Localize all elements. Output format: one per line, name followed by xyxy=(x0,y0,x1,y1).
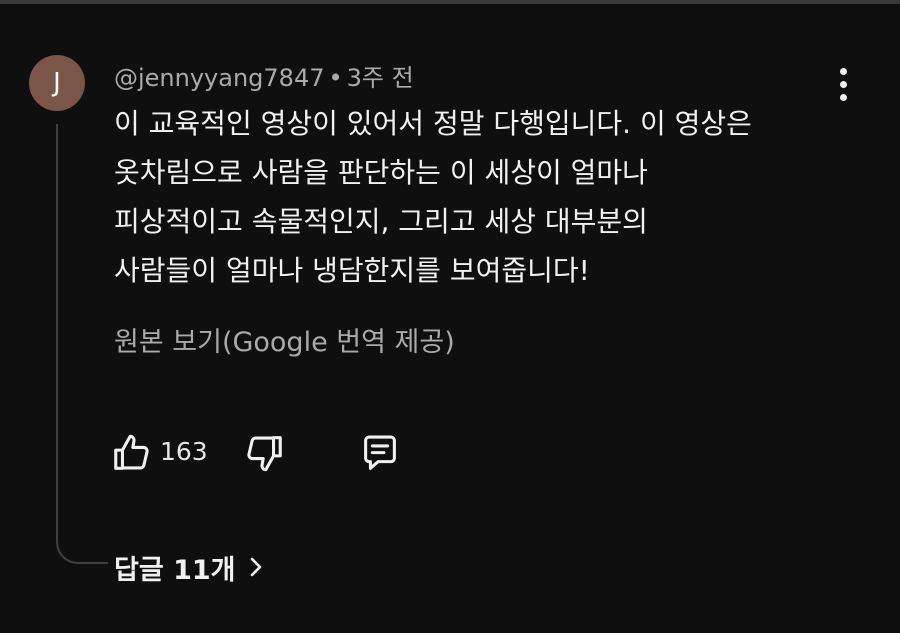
comment-text: 이 교육적인 영상이 있어서 정말 다행입니다. 이 영상은 옷차림으로 사람을… xyxy=(114,99,834,295)
more-vert-icon-dot-top xyxy=(840,68,847,75)
like-count: 163 xyxy=(160,437,208,466)
like-button[interactable] xyxy=(110,430,156,476)
chevron-right-icon xyxy=(250,557,261,577)
more-vert-icon-dot-bottom xyxy=(840,94,847,101)
more-vert-icon-dot-middle xyxy=(840,81,847,88)
comment-text-line: 사람들이 얼마나 냉담한지를 보여줍니다! xyxy=(114,254,590,287)
see-original-link[interactable]: 원본 보기(Google 번역 제공) xyxy=(114,320,455,359)
thumbs-down-icon xyxy=(247,436,282,472)
top-divider xyxy=(0,0,900,4)
view-replies-button[interactable]: 답글 11개 xyxy=(114,545,264,589)
comment-timestamp[interactable]: 3주 전 xyxy=(347,64,414,92)
thumbs-up-icon xyxy=(114,434,149,470)
comment-header: @jennyyang7847 • 3주 전 xyxy=(114,58,414,93)
dislike-button[interactable] xyxy=(240,430,286,476)
avatar[interactable]: J xyxy=(29,55,85,111)
more-options-button[interactable] xyxy=(832,64,856,104)
author-name[interactable]: @jennyyang7847 xyxy=(114,64,325,92)
replies-count-label: 답글 11개 xyxy=(114,554,236,586)
comment-text-line: 피상적이고 속물적인지, 그리고 세상 대부분의 xyxy=(114,205,648,238)
comment-text-line: 옷차림으로 사람을 판단하는 이 세상이 얼마나 xyxy=(114,156,648,189)
avatar-initial: J xyxy=(53,68,61,98)
comment-text-line: 이 교육적인 영상이 있어서 정말 다행입니다. 이 영상은 xyxy=(114,107,752,140)
thread-connector-line xyxy=(56,124,108,564)
reply-button[interactable] xyxy=(356,430,404,476)
comment-reply-icon xyxy=(364,435,396,470)
header-separator: • xyxy=(328,64,343,92)
